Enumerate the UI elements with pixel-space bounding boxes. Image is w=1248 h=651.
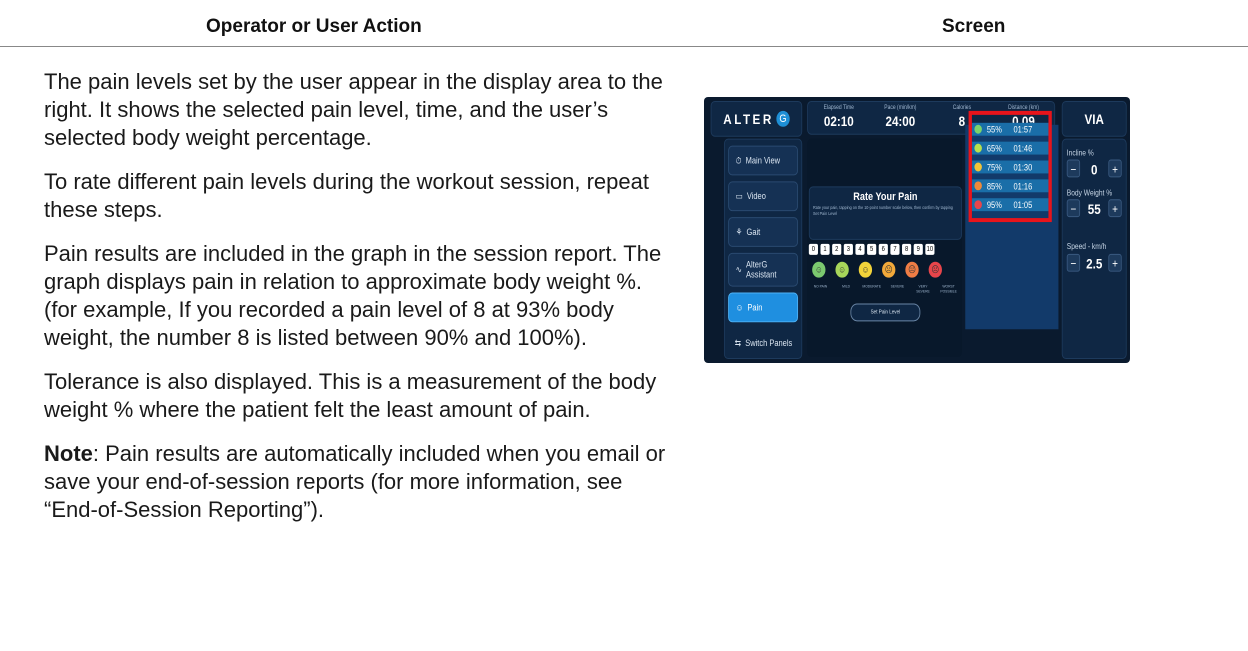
incline-plus-button[interactable]: + [1108, 159, 1122, 178]
face-moderate-icon[interactable]: ☺ [858, 261, 873, 278]
pain-number-5[interactable]: 5 [867, 243, 877, 255]
stat-elapsed: Elapsed Time 02:10 [823, 104, 854, 129]
body-weight-minus-button[interactable]: − [1066, 199, 1081, 218]
paragraph-2: To rate different pain levels during the… [44, 169, 649, 222]
pain-number-1[interactable]: 1 [820, 243, 830, 255]
rate-card: Rate Your Pain Rate your pain, tapping o… [808, 186, 962, 240]
gait-icon: ⚘ [735, 226, 743, 237]
nav-pain[interactable]: ☺ Pain [728, 292, 799, 323]
pain-number-2[interactable]: 2 [832, 243, 842, 255]
speed-label: Speed - km/h [1066, 241, 1107, 251]
highlight-frame [968, 110, 1052, 223]
face-mild-icon[interactable]: ☺ [835, 261, 849, 278]
body-weight-plus-button[interactable]: + [1108, 199, 1122, 218]
pain-faces: ☺ ☺ ☺ ☹ ☹ ☹ [812, 261, 942, 278]
speed-minus-button[interactable]: − [1066, 253, 1081, 272]
nav-switch-panels[interactable]: ⇆ Switch Panels [728, 328, 798, 358]
instructions: The pain levels set by the user appear i… [44, 68, 674, 540]
nav-alterg-assistant[interactable]: ∿ AlterG Assistant [728, 252, 799, 287]
pain-icon: ☺ [735, 302, 744, 313]
timer-icon: ⏱ [735, 155, 742, 165]
logo-g-icon: G [776, 110, 790, 127]
speed-plus-button[interactable]: + [1108, 253, 1122, 272]
paragraph-1: The pain levels set by the user appear i… [44, 69, 663, 150]
stat-pace: Pace (min/km) 24:00 [884, 104, 917, 129]
header-rule [0, 46, 1248, 47]
nav-video[interactable]: ▭ Video [728, 181, 799, 212]
face-very-severe-icon[interactable]: ☹ [905, 261, 919, 278]
body-weight-value: 55 [1087, 201, 1101, 218]
face-worst-icon[interactable]: ☹ [928, 261, 942, 278]
pain-number-6[interactable]: 6 [878, 243, 888, 255]
device-screenshot: ALTER G Elapsed Time 02:10 Pace (min/km)… [704, 97, 1130, 363]
rate-title: Rate Your Pain [853, 191, 918, 204]
logo-text: ALTER [723, 110, 774, 127]
pain-number-4[interactable]: 4 [855, 243, 865, 255]
pain-number-3[interactable]: 3 [843, 243, 853, 255]
paragraph-4: Tolerance is also displayed. This is a m… [44, 369, 657, 422]
rate-subtitle: Rate your pain, tapping on the 10-point … [812, 205, 953, 217]
pain-number-9[interactable]: 9 [913, 243, 923, 255]
incline-minus-button[interactable]: − [1066, 159, 1081, 178]
incline-label: Incline % [1066, 148, 1094, 158]
nav-main-view[interactable]: ⏱ Main View [728, 145, 799, 176]
face-severe-icon[interactable]: ☹ [882, 261, 896, 278]
pulse-icon: ∿ [735, 264, 742, 275]
body-weight-label: Body Weight % [1066, 188, 1113, 198]
note-text: : Pain results are automatically include… [44, 441, 666, 522]
pain-rating-panel: Rate Your Pain Rate your pain, tapping o… [807, 138, 962, 358]
screen-column-header: Screen [942, 16, 1006, 37]
pain-number-0[interactable]: 0 [808, 243, 818, 255]
face-labels: NO PAIN MILD MODERATE SEVERE VERY SEVERE… [813, 283, 957, 294]
pain-number-7[interactable]: 7 [890, 243, 900, 255]
via-label: VIA [1061, 100, 1127, 137]
note-label: Note [44, 441, 93, 466]
pain-number-10[interactable]: 10 [925, 243, 935, 255]
speed-value: 2.5 [1086, 255, 1103, 272]
action-column-header: Operator or User Action [206, 16, 422, 37]
video-icon: ▭ [735, 190, 743, 201]
note-paragraph: Note: Pain results are automatically inc… [44, 440, 674, 524]
pain-number-8[interactable]: 8 [902, 243, 912, 255]
pain-scale: 0 1 2 3 4 5 6 7 8 9 10 [808, 243, 935, 255]
set-pain-level-button[interactable]: Set Pain Level [850, 303, 921, 322]
alterg-logo: ALTER G [710, 100, 803, 137]
nav-gait[interactable]: ⚘ Gait [728, 217, 799, 247]
incline-value: 0 [1090, 161, 1098, 178]
switch-icon: ⇆ [734, 337, 742, 348]
paragraph-3: Pain results are included in the graph i… [44, 241, 662, 350]
sidebar: ⏱ Main View ▭ Video ⚘ Gait ∿ AlterG Assistan… [723, 138, 803, 360]
face-no-pain-icon[interactable]: ☺ [812, 261, 826, 278]
